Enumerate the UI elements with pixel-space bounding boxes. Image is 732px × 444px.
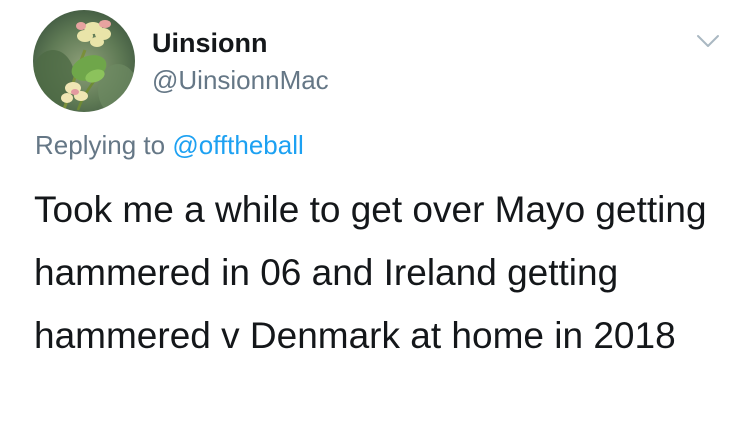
flowers-avatar-icon bbox=[33, 10, 135, 112]
display-name[interactable]: Uinsionn bbox=[152, 27, 268, 59]
chevron-down-icon bbox=[697, 35, 719, 47]
user-handle[interactable]: @UinsionnMac bbox=[152, 64, 329, 96]
replying-to-label: Replying to bbox=[35, 130, 166, 160]
tweet: Uinsionn @UinsionnMac Replying to @offth… bbox=[0, 0, 732, 444]
reply-handle-link[interactable]: @offtheball bbox=[172, 130, 303, 160]
tweet-menu-button[interactable] bbox=[693, 30, 723, 52]
replying-to: Replying to @offtheball bbox=[35, 128, 304, 162]
avatar[interactable] bbox=[33, 10, 135, 112]
tweet-text: Took me a while to get over Mayo getting… bbox=[34, 189, 707, 356]
